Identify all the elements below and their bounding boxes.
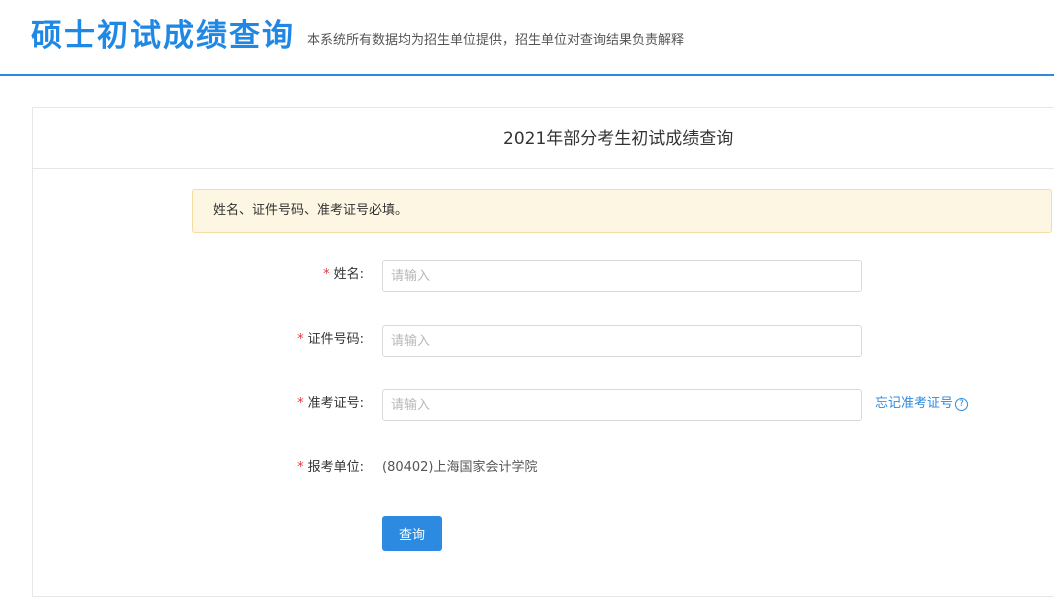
query-button[interactable]: 查询 [382,516,442,551]
name-input[interactable] [382,260,862,292]
required-mark: * [297,332,304,347]
notice-text: 姓名、证件号码、准考证号必填。 [213,202,408,220]
question-circle-icon: ? [955,398,968,411]
exam-number-input[interactable] [382,389,862,421]
id-number-label-text: 证件号码: [308,332,364,347]
required-notice: 姓名、证件号码、准考证号必填。 [192,189,1052,233]
page-subtitle: 本系统所有数据均为招生单位提供，招生单位对查询结果负责解释 [307,32,684,50]
page-title: 硕士初试成绩查询 [31,14,295,58]
panel-header: 2021年部分考生初试成绩查询 [33,108,1054,169]
unit-label: * 报考单位: [297,459,364,477]
panel-title: 2021年部分考生初试成绩查询 [503,127,733,151]
name-label-text: 姓名: [334,267,364,282]
unit-value: (80402)上海国家会计学院 [382,459,538,477]
id-number-label: * 证件号码: [297,331,364,349]
required-mark: * [323,267,330,282]
required-mark: * [297,396,304,411]
name-label: * 姓名: [323,266,364,284]
required-mark: * [297,460,304,475]
exam-number-label: * 准考证号: [297,395,364,413]
page-header: 硕士初试成绩查询 本系统所有数据均为招生单位提供，招生单位对查询结果负责解释 [0,0,1054,76]
forgot-exam-number-link[interactable]: 忘记准考证号? [875,395,968,413]
unit-label-text: 报考单位: [308,460,364,475]
id-number-input[interactable] [382,325,862,357]
forgot-exam-number-text: 忘记准考证号 [875,395,953,413]
exam-number-label-text: 准考证号: [308,396,364,411]
